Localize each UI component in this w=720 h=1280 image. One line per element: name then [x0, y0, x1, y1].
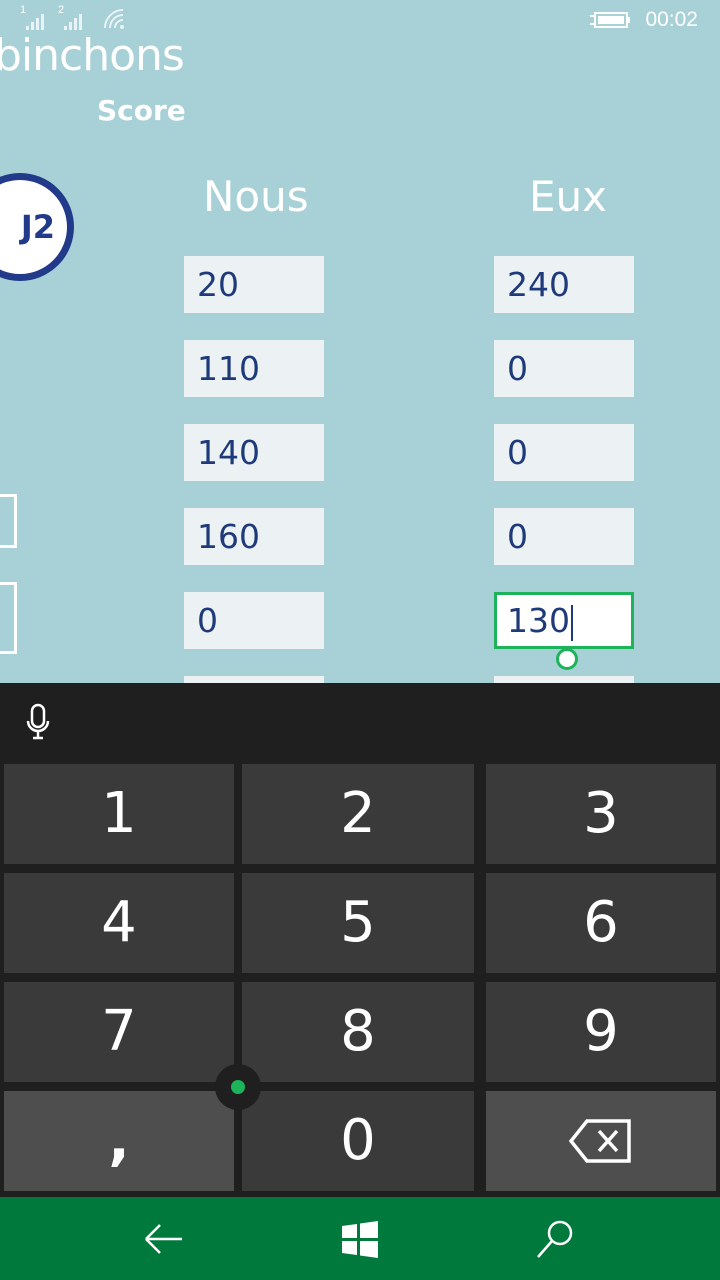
key-1[interactable]: 1 [4, 764, 234, 864]
column-header-nous: Nous [203, 172, 309, 221]
active-field-value: 130 [507, 601, 570, 640]
column-header-eux: Eux [529, 172, 608, 221]
microphone-icon[interactable] [24, 703, 52, 741]
selection-handle[interactable] [556, 648, 578, 670]
clock: 00:02 [645, 8, 698, 31]
score-eux-field[interactable]: 240 [494, 256, 634, 313]
battery-charging-icon [590, 12, 630, 28]
key-2[interactable]: 2 [242, 764, 474, 864]
score-nous-field[interactable]: 110 [184, 340, 324, 397]
player-badge[interactable]: J2 [0, 173, 74, 281]
score-nous-field[interactable]: 160 [184, 508, 324, 565]
key-5[interactable]: 5 [242, 873, 474, 973]
player-badge-label: J2 [20, 208, 55, 246]
score-eux-field[interactable]: 0 [494, 340, 634, 397]
text-caret [571, 604, 573, 641]
wifi-icon [104, 9, 124, 29]
key-6[interactable]: 6 [486, 873, 716, 973]
key-3[interactable]: 3 [486, 764, 716, 864]
side-control-1[interactable] [0, 494, 17, 548]
key-9[interactable]: 9 [486, 982, 716, 1082]
back-arrow-icon[interactable] [140, 1215, 188, 1263]
navigation-bar [0, 1197, 720, 1280]
key-8[interactable]: 8 [242, 982, 474, 1082]
score-nous-field[interactable]: 140 [184, 424, 324, 481]
score-eux-field-active[interactable]: 130 [494, 592, 634, 649]
backspace-key[interactable] [486, 1091, 716, 1191]
backspace-icon [568, 1119, 631, 1163]
key-comma[interactable]: , [4, 1091, 234, 1191]
score-nous-field[interactable]: 20 [184, 256, 324, 313]
windows-start-icon[interactable] [336, 1215, 384, 1263]
page-subtitle: Score [97, 94, 186, 127]
key-0[interactable]: 0 [242, 1091, 474, 1191]
search-icon[interactable] [532, 1215, 580, 1263]
side-control-2[interactable] [0, 582, 17, 654]
key-4[interactable]: 4 [4, 873, 234, 973]
key-7[interactable]: 7 [4, 982, 234, 1082]
app-title: binchons [0, 30, 185, 81]
score-eux-field[interactable]: 0 [494, 508, 634, 565]
cursor-handle[interactable] [215, 1064, 261, 1110]
score-eux-field[interactable]: 0 [494, 424, 634, 481]
score-nous-field[interactable]: 0 [184, 592, 324, 649]
